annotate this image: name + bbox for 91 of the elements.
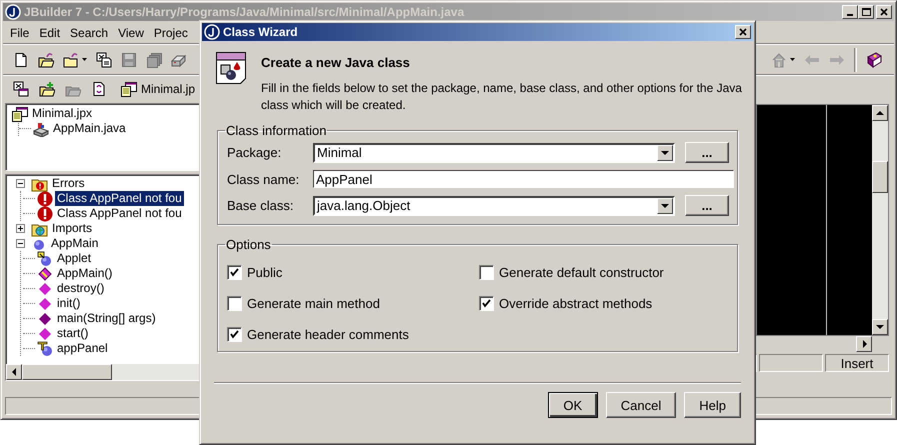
dialog-title: Class Wizard	[223, 25, 299, 39]
checkbox[interactable]	[479, 265, 494, 280]
diamond-icon	[37, 326, 53, 342]
app-logo-icon	[204, 24, 220, 40]
project-icon	[12, 106, 28, 122]
close-button[interactable]	[735, 25, 751, 39]
new-file-icon[interactable]	[13, 52, 29, 68]
checkbox-label[interactable]: Override abstract methods	[499, 296, 652, 311]
field-label: Package:	[227, 145, 282, 160]
checkbox-label[interactable]: Public	[247, 265, 282, 280]
ball-arrow-icon	[37, 250, 53, 266]
menu-item[interactable]: Projec	[148, 25, 193, 41]
expand-icon[interactable]	[16, 224, 25, 233]
field-label: Class name:	[227, 172, 300, 186]
tree-item[interactable]: appPanel	[55, 341, 110, 356]
group-title: Options	[225, 237, 272, 252]
window-title: JBuilder 7 - C:/Users/Harry/Programs/Java/Minimal/src/Minimal/AppMain.java	[24, 5, 466, 19]
checkbox-label[interactable]: Generate main method	[247, 296, 380, 311]
documents-icon[interactable]	[96, 52, 112, 68]
checkbox[interactable]	[479, 296, 494, 311]
project-selector[interactable]: Minimal.jp	[121, 81, 196, 97]
project-icon	[121, 81, 137, 97]
group-title: Class information	[225, 123, 328, 138]
caret-icon[interactable]	[82, 58, 87, 61]
combo-box[interactable]: Minimal	[313, 142, 675, 162]
checkbox[interactable]	[227, 265, 242, 280]
scrollbar-thumb[interactable]	[872, 161, 888, 193]
status-mode: Insert	[825, 354, 889, 372]
horizontal-scrollbar[interactable]	[6, 364, 200, 380]
status-cell	[759, 354, 823, 372]
close-icon	[878, 6, 890, 18]
tree-item[interactable]: Class AppPanel not fou	[55, 191, 184, 206]
help-book-icon[interactable]	[866, 52, 882, 68]
dialog-button[interactable]: Cancel	[606, 392, 676, 418]
ball-t-icon	[37, 340, 53, 356]
collapse-icon[interactable]	[16, 179, 25, 188]
add-folder-icon[interactable]	[39, 81, 55, 97]
tree-item[interactable]: Minimal.jpx	[30, 106, 94, 121]
menu-item[interactable]: Edit	[34, 25, 66, 41]
project-name: Minimal.jp	[141, 82, 196, 96]
close-icon	[738, 26, 748, 38]
document-shapes-icon	[215, 51, 247, 85]
tree-item[interactable]: main(String[] args)	[55, 311, 158, 326]
tree-item[interactable]: Class AppPanel not fou	[55, 206, 184, 221]
menu-item[interactable]: File	[5, 25, 34, 41]
menu-item[interactable]: View	[113, 25, 149, 41]
caret-icon[interactable]	[790, 58, 795, 61]
error-icon	[37, 190, 53, 206]
app-logo-icon	[5, 4, 21, 20]
combo-box[interactable]: java.lang.Object	[313, 196, 675, 216]
browse-button[interactable]: ...	[685, 142, 729, 163]
open-folder-icon[interactable]	[38, 52, 54, 68]
scrollbar-thumb[interactable]	[22, 364, 112, 380]
diamond-icon	[37, 310, 53, 326]
text-field[interactable]: AppPanel	[313, 170, 734, 188]
refresh-icon[interactable]	[91, 81, 107, 97]
dialog-heading: Create a new Java class	[261, 55, 411, 70]
checkbox-label[interactable]: Generate header comments	[247, 327, 409, 342]
tree-item[interactable]: AppMain()	[55, 266, 114, 281]
diamond-icon	[37, 266, 53, 282]
checkbox[interactable]	[227, 296, 242, 311]
diamond-icon	[37, 280, 53, 296]
dialog-button[interactable]: Help	[684, 392, 741, 418]
dialog-description: Fill in the fields below to set the package, name, base class, and other options for the Java class which will be created.	[261, 80, 743, 114]
tree-item[interactable]: destroy()	[55, 281, 106, 296]
collapse-icon[interactable]	[16, 239, 25, 248]
tree-item[interactable]: Errors	[50, 176, 87, 191]
tree-item[interactable]: Applet	[55, 251, 94, 266]
tree-item[interactable]: init()	[55, 296, 82, 311]
tree-item[interactable]: start()	[55, 326, 90, 341]
checkbox[interactable]	[227, 327, 242, 342]
save-icon[interactable]	[121, 52, 137, 68]
maximize-icon	[860, 6, 872, 18]
menu-item[interactable]: Search	[65, 25, 114, 41]
folder-icon[interactable]	[63, 52, 79, 68]
tree-item[interactable]: AppMain.java	[51, 121, 128, 136]
dialog-button[interactable]: OK	[548, 392, 598, 418]
caret-icon	[661, 204, 669, 208]
java-file-icon	[33, 120, 49, 136]
browse-button[interactable]: ...	[685, 195, 729, 216]
save-all-icon[interactable]	[146, 52, 162, 68]
field-label: Base class:	[227, 198, 294, 213]
diamond-icon	[37, 296, 53, 312]
vertical-scrollbar[interactable]	[872, 105, 888, 335]
tree-item[interactable]: AppMain	[49, 236, 100, 251]
error-icon	[37, 206, 53, 222]
minimize-icon	[847, 14, 853, 16]
tree-item[interactable]: Imports	[50, 221, 94, 236]
caret-icon	[661, 150, 669, 154]
checkbox-label[interactable]: Generate default constructor	[499, 265, 664, 280]
window-close-icon[interactable]	[13, 81, 29, 97]
